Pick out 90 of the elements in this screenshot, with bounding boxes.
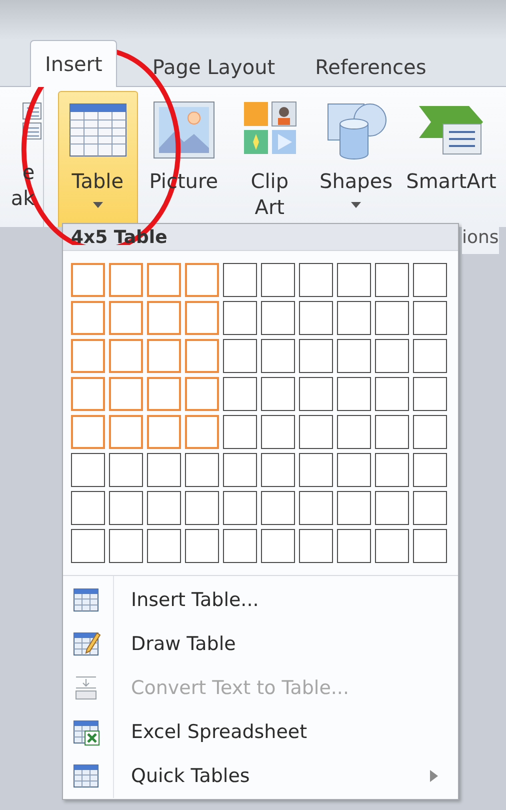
table-grid-cell[interactable] <box>299 339 333 373</box>
table-grid-cell[interactable] <box>337 415 371 449</box>
table-grid-cell[interactable] <box>109 415 143 449</box>
table-grid-cell[interactable] <box>337 529 371 563</box>
table-grid-cell[interactable] <box>261 491 295 525</box>
ribbon-tab[interactable]: References <box>310 46 432 87</box>
table-grid-cell[interactable] <box>413 377 447 411</box>
table-grid-cell[interactable] <box>413 301 447 335</box>
table-grid-cell[interactable] <box>223 529 257 563</box>
clipart-button[interactable]: Clip Art <box>230 91 310 227</box>
table-grid-cell[interactable] <box>147 263 181 297</box>
table-grid-cell[interactable] <box>299 301 333 335</box>
table-grid-cell[interactable] <box>223 491 257 525</box>
table-grid-cell[interactable] <box>71 415 105 449</box>
table-grid-cell[interactable] <box>261 453 295 487</box>
table-grid-cell[interactable] <box>185 301 219 335</box>
table-grid-cell[interactable] <box>223 453 257 487</box>
table-grid-cell[interactable] <box>71 301 105 335</box>
table-grid-cell[interactable] <box>109 529 143 563</box>
shapes-button[interactable]: Shapes <box>316 91 396 227</box>
table-grid-cell[interactable] <box>261 339 295 373</box>
table-grid-cell[interactable] <box>337 377 371 411</box>
table-grid-cell[interactable] <box>147 377 181 411</box>
table-grid-cell[interactable] <box>375 491 409 525</box>
table-grid-cell[interactable] <box>71 377 105 411</box>
table-grid-cell[interactable] <box>109 453 143 487</box>
table-grid-cell[interactable] <box>71 453 105 487</box>
table-grid-cell[interactable] <box>337 453 371 487</box>
table-grid-cell[interactable] <box>147 415 181 449</box>
table-grid-cell[interactable] <box>413 263 447 297</box>
table-grid-cell[interactable] <box>223 301 257 335</box>
table-grid-cell[interactable] <box>223 415 257 449</box>
table-grid-cell[interactable] <box>185 263 219 297</box>
table-grid-cell[interactable] <box>185 415 219 449</box>
table-grid-cell[interactable] <box>413 491 447 525</box>
ribbon-tab[interactable]: Insert <box>30 40 118 87</box>
table-grid-cell[interactable] <box>337 491 371 525</box>
table-grid-cell[interactable] <box>147 491 181 525</box>
table-grid-cell[interactable] <box>299 491 333 525</box>
table-grid-cell[interactable] <box>299 377 333 411</box>
ribbon-tab[interactable]: Page Layout <box>147 46 280 87</box>
table-grid-cell[interactable] <box>261 263 295 297</box>
table-grid-cell[interactable] <box>337 339 371 373</box>
table-grid-cell[interactable] <box>71 339 105 373</box>
table-grid-cell[interactable] <box>337 263 371 297</box>
menu-item[interactable]: Quick Tables <box>63 754 458 798</box>
table-grid-cell[interactable] <box>261 529 295 563</box>
table-grid-cell[interactable] <box>185 377 219 411</box>
table-grid-cell[interactable] <box>147 301 181 335</box>
table-grid-cell[interactable] <box>185 339 219 373</box>
table-grid-cell[interactable] <box>109 377 143 411</box>
menu-item[interactable]: Draw Table <box>63 622 458 666</box>
table-grid-cell[interactable] <box>147 529 181 563</box>
table-grid-cell[interactable] <box>261 301 295 335</box>
table-grid-cell[interactable] <box>109 491 143 525</box>
table-grid-cell[interactable] <box>109 301 143 335</box>
table-grid-cell[interactable] <box>223 377 257 411</box>
menu-item[interactable]: Insert Table... <box>63 578 458 622</box>
table-grid-cell[interactable] <box>71 529 105 563</box>
table-grid-cell[interactable] <box>375 301 409 335</box>
table-grid-cell[interactable] <box>147 453 181 487</box>
menu-item[interactable]: Excel Spreadsheet <box>63 710 458 754</box>
table-grid-cell[interactable] <box>223 339 257 373</box>
table-grid-cell[interactable] <box>413 339 447 373</box>
table-grid-cell[interactable] <box>109 339 143 373</box>
table-grid-cell[interactable] <box>109 263 143 297</box>
table-grid-cell[interactable] <box>261 415 295 449</box>
table-grid-cell[interactable] <box>299 415 333 449</box>
table-grid-cell[interactable] <box>71 491 105 525</box>
table-grid-cell[interactable] <box>375 377 409 411</box>
table-grid-cell[interactable] <box>185 453 219 487</box>
table-grid-cell[interactable] <box>375 263 409 297</box>
table-grid-cell[interactable] <box>299 263 333 297</box>
table-grid-cell[interactable] <box>413 453 447 487</box>
table-grid-cell[interactable] <box>375 453 409 487</box>
table-grid-cell[interactable] <box>413 415 447 449</box>
table-button[interactable]: Table <box>58 91 138 227</box>
table-grid-cell[interactable] <box>299 453 333 487</box>
table-grid-cell[interactable] <box>413 529 447 563</box>
table-grid-cell[interactable] <box>299 529 333 563</box>
table-grid-cell[interactable] <box>71 263 105 297</box>
table-grid-cell[interactable] <box>375 339 409 373</box>
table-grid-cell[interactable] <box>375 529 409 563</box>
table-grid-cell[interactable] <box>223 263 257 297</box>
table-grid-cell[interactable] <box>375 415 409 449</box>
table-grid-cell[interactable] <box>147 339 181 373</box>
table-grid-cell[interactable] <box>185 491 219 525</box>
table-grid-cell[interactable] <box>337 301 371 335</box>
table-grid-cell[interactable] <box>185 529 219 563</box>
table-grid-cell[interactable] <box>261 377 295 411</box>
